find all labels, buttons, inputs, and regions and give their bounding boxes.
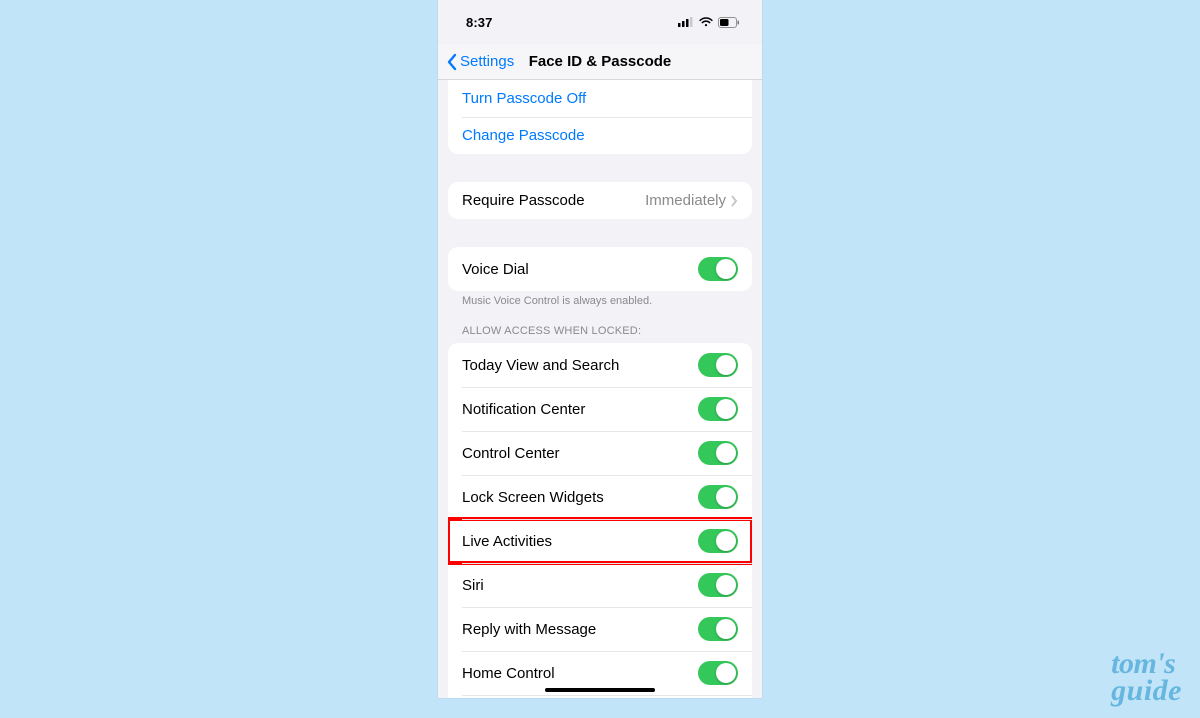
wifi-icon: [699, 17, 713, 27]
allow-access-when-locked-group: Today View and Search Notification Center…: [448, 343, 752, 698]
turn-passcode-off-label: Turn Passcode Off: [462, 90, 586, 107]
voice-dial-footer: Music Voice Control is always enabled.: [462, 295, 738, 307]
require-passcode-label: Require Passcode: [462, 192, 585, 209]
locked-row-wallet: Wallet: [448, 695, 752, 698]
locked-section-header: ALLOW ACCESS WHEN LOCKED:: [462, 325, 738, 337]
settings-content: Turn Passcode Off Change Passcode Requir…: [438, 80, 762, 698]
battery-icon: [718, 17, 740, 28]
require-passcode-value: Immediately: [645, 192, 738, 209]
locked-row-label: Live Activities: [462, 533, 552, 550]
cellular-icon: [678, 17, 694, 27]
watermark-line2: guide: [1111, 677, 1182, 704]
locked-toggle-today-view-and-search[interactable]: [698, 353, 738, 377]
locked-row-today-view-and-search: Today View and Search: [448, 343, 752, 387]
turn-passcode-off-row[interactable]: Turn Passcode Off: [448, 80, 752, 117]
back-button[interactable]: Settings: [446, 53, 514, 71]
chevron-right-icon: [730, 195, 738, 207]
locked-row-label: Today View and Search: [462, 357, 619, 374]
status-icons: [678, 17, 740, 28]
locked-toggle-lock-screen-widgets[interactable]: [698, 485, 738, 509]
require-passcode-group: Require Passcode Immediately: [448, 182, 752, 219]
back-label: Settings: [460, 53, 514, 70]
change-passcode-row[interactable]: Change Passcode: [448, 117, 752, 154]
passcode-group: Turn Passcode Off Change Passcode: [448, 80, 752, 154]
locked-toggle-home-control[interactable]: [698, 661, 738, 685]
locked-row-notification-center: Notification Center: [448, 387, 752, 431]
require-passcode-value-text: Immediately: [645, 192, 726, 209]
status-bar: 8:37: [438, 0, 762, 44]
locked-toggle-control-center[interactable]: [698, 441, 738, 465]
locked-toggle-live-activities[interactable]: [698, 529, 738, 553]
nav-title: Face ID & Passcode: [529, 53, 672, 70]
voice-dial-row: Voice Dial: [448, 247, 752, 291]
locked-row-control-center: Control Center: [448, 431, 752, 475]
status-time: 8:37: [466, 15, 492, 30]
locked-row-siri: Siri: [448, 563, 752, 607]
voice-dial-toggle[interactable]: [698, 257, 738, 281]
locked-row-live-activities: Live Activities: [448, 519, 752, 563]
locked-toggle-siri[interactable]: [698, 573, 738, 597]
home-indicator: [545, 688, 655, 692]
locked-row-label: Control Center: [462, 445, 560, 462]
locked-row-label: Notification Center: [462, 401, 585, 418]
locked-row-label: Reply with Message: [462, 621, 596, 638]
locked-row-lock-screen-widgets: Lock Screen Widgets: [448, 475, 752, 519]
chevron-left-icon: [446, 53, 458, 71]
voice-dial-group: Voice Dial: [448, 247, 752, 291]
locked-row-label: Lock Screen Widgets: [462, 489, 604, 506]
locked-row-label: Siri: [462, 577, 484, 594]
watermark-line1: tom's: [1111, 650, 1182, 677]
watermark: tom's guide: [1111, 650, 1182, 704]
phone-frame: 8:37 Settings Face ID & Passcode Turn Pa…: [438, 0, 762, 698]
nav-bar: Settings Face ID & Passcode: [438, 44, 762, 80]
locked-row-reply-with-message: Reply with Message: [448, 607, 752, 651]
change-passcode-label: Change Passcode: [462, 127, 585, 144]
locked-row-label: Home Control: [462, 665, 555, 682]
locked-toggle-notification-center[interactable]: [698, 397, 738, 421]
require-passcode-row[interactable]: Require Passcode Immediately: [448, 182, 752, 219]
voice-dial-label: Voice Dial: [462, 261, 529, 278]
locked-toggle-reply-with-message[interactable]: [698, 617, 738, 641]
